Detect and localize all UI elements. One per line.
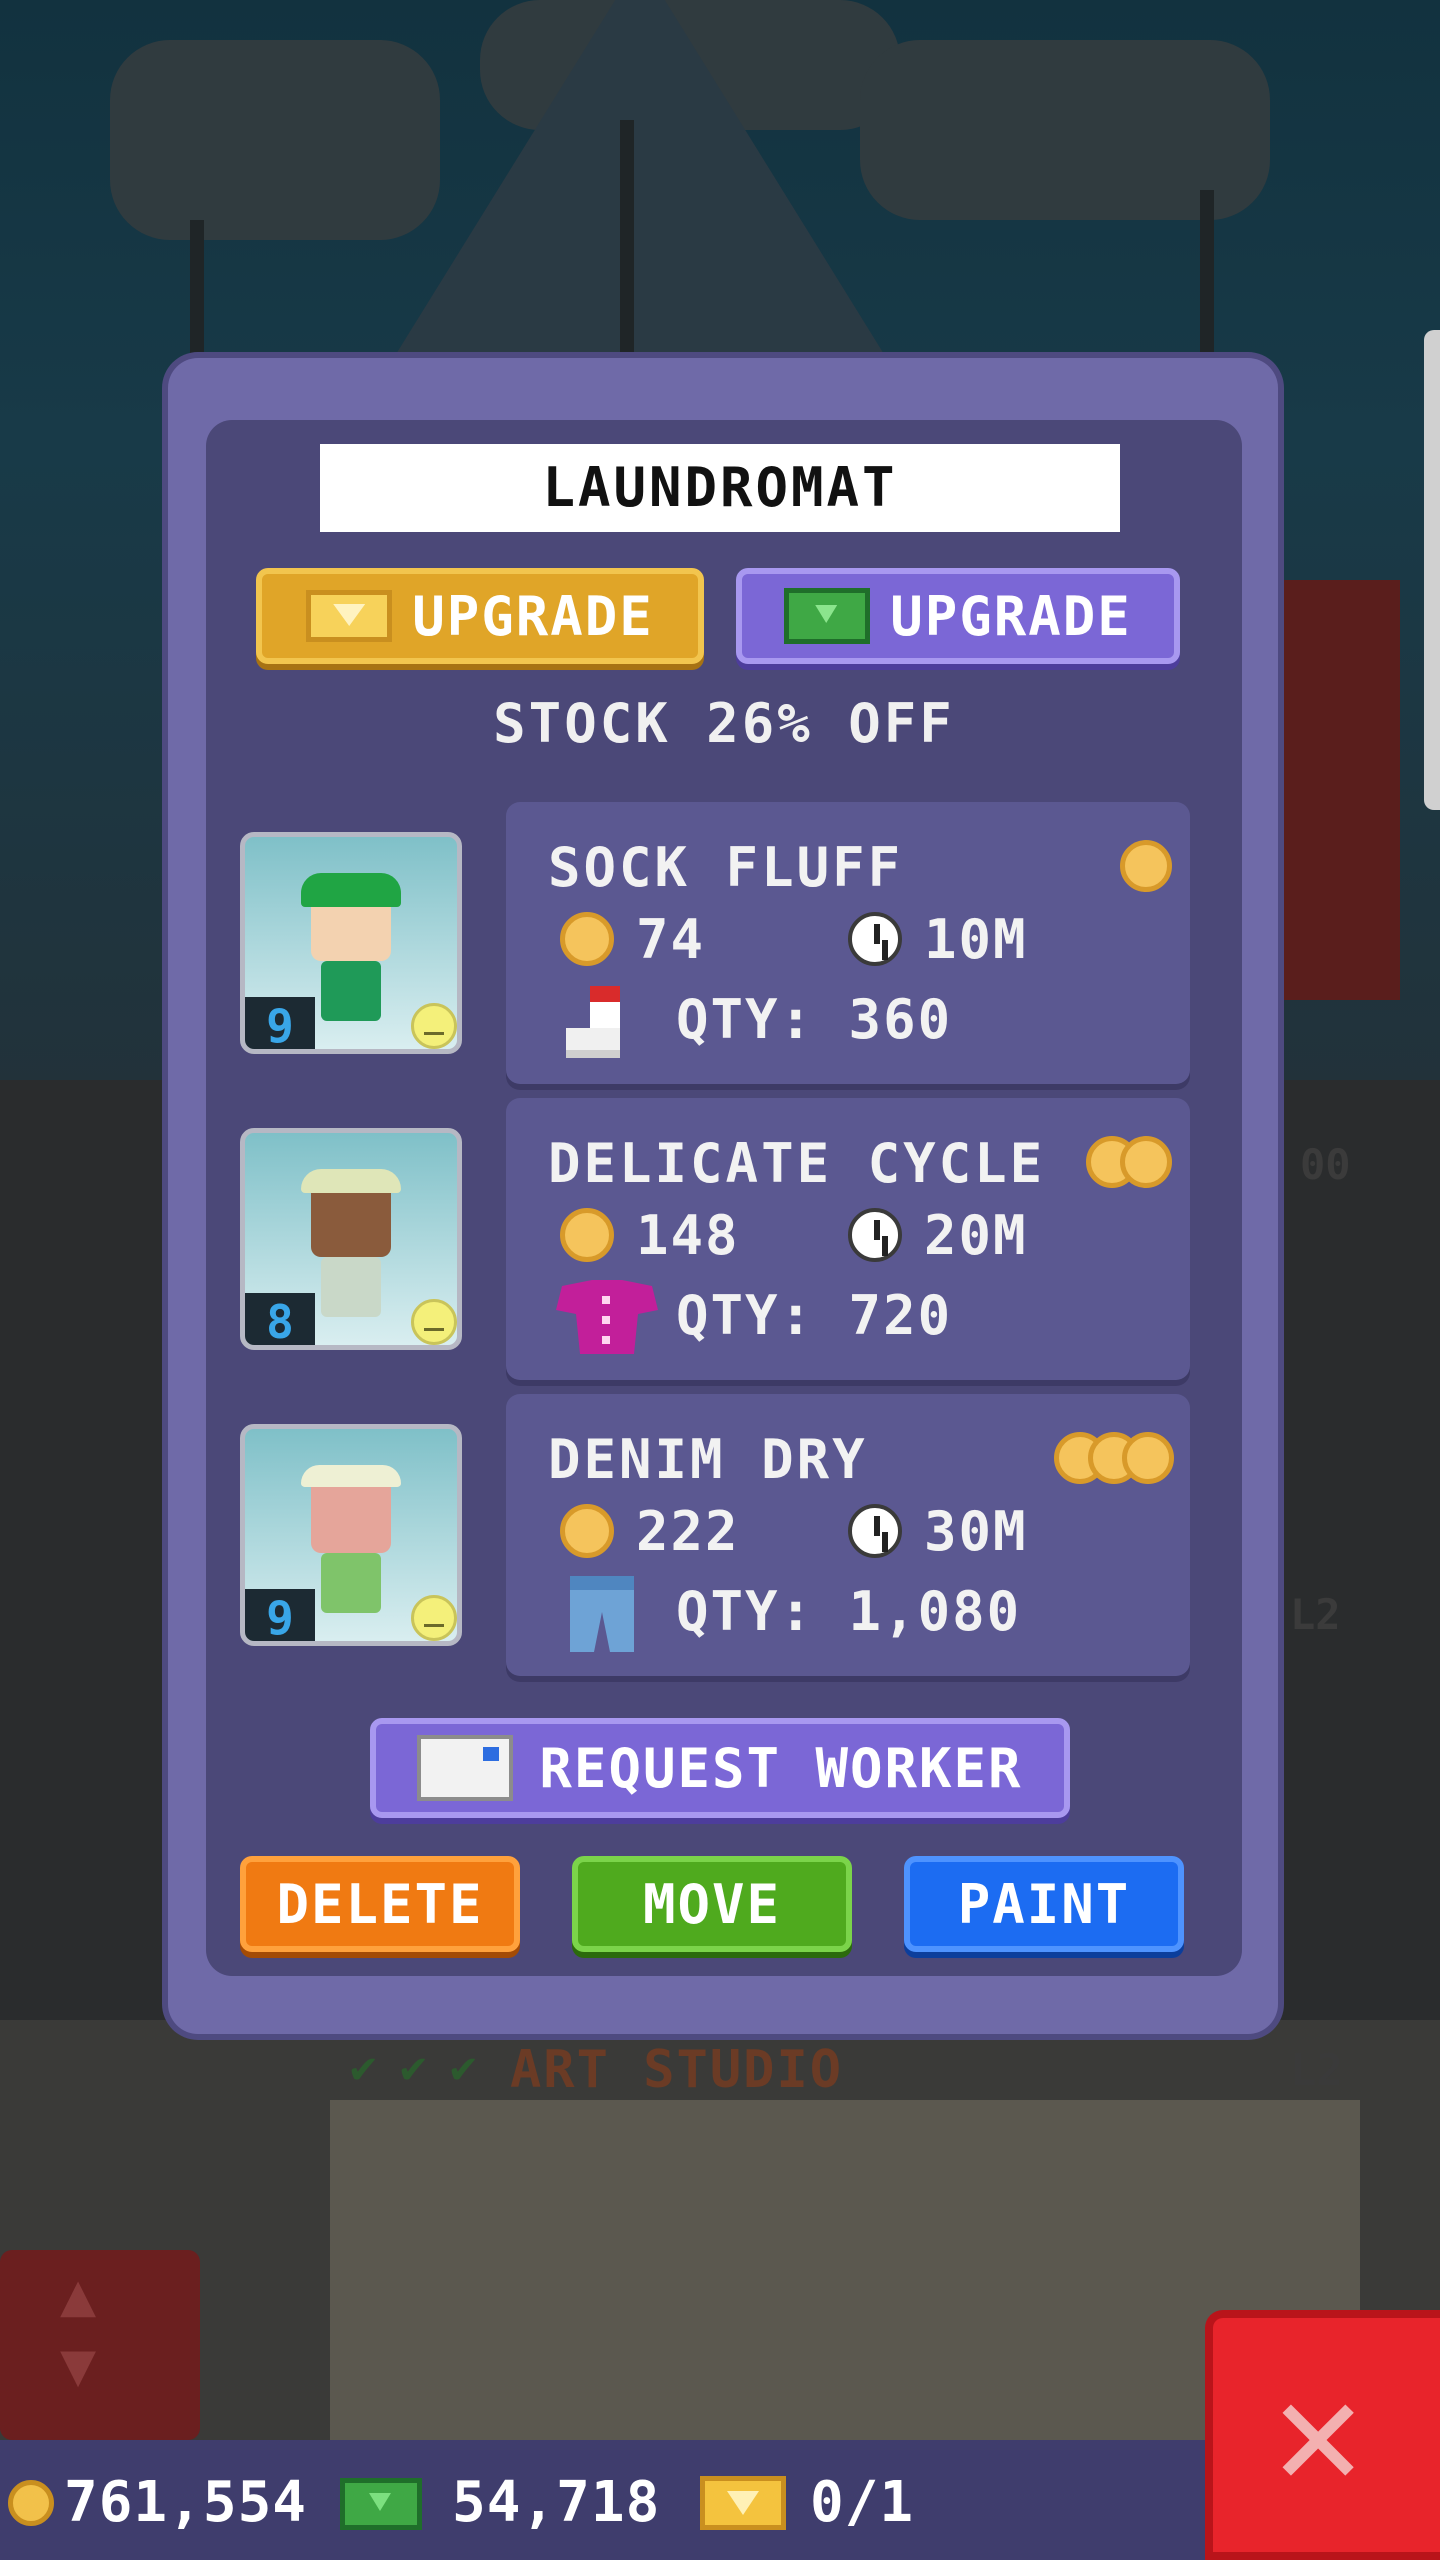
coin-tier-icon: [1122, 1432, 1174, 1484]
floor-name-label: ART STUDIO: [510, 2040, 844, 2100]
ticket-count: 0/1: [810, 2470, 915, 2535]
worker-card[interactable]: 9: [240, 832, 462, 1054]
clock-icon: [848, 912, 902, 966]
hair-icon: [301, 1465, 401, 1487]
hair-icon: [301, 1169, 401, 1193]
smiley-icon: [411, 1003, 457, 1049]
worker-level-badge: 8: [245, 1293, 315, 1345]
close-icon: ✕: [1273, 2346, 1364, 2520]
building-left: [0, 1080, 180, 2080]
item-cost: 222: [636, 1500, 740, 1563]
coin-count: 761,554: [64, 2470, 308, 2535]
arrow-up-icon: ▲: [60, 2260, 97, 2330]
bux-count: 54,718: [452, 2470, 661, 2535]
side-drawer-handle[interactable]: [1424, 330, 1440, 810]
item-name: DENIM DRY: [548, 1428, 868, 1491]
floor-level-label: L2: [1290, 2045, 1343, 2096]
item-cost: 74: [636, 908, 706, 971]
item-cost: 148: [636, 1204, 740, 1267]
worker-card[interactable]: 8: [240, 1128, 462, 1350]
item-quantity: QTY: 720: [676, 1284, 953, 1347]
item-name: DELICATE CYCLE: [548, 1132, 1046, 1195]
worker-card[interactable]: 9: [240, 1424, 462, 1646]
elevator-button[interactable]: ▲ ▼: [0, 2250, 200, 2440]
upgrade-bux-button[interactable]: UPGRADE: [736, 568, 1180, 664]
cap-icon: [301, 873, 401, 907]
upgrade-ticket-button[interactable]: UPGRADE: [256, 568, 704, 664]
arrow-down-icon: ▼: [60, 2330, 97, 2400]
golden-ticket-icon: [700, 2476, 786, 2530]
item-time: 20M: [924, 1204, 1028, 1267]
clock-icon: [848, 1504, 902, 1558]
move-button[interactable]: MOVE: [572, 1856, 852, 1952]
worker-level-badge: 9: [245, 1589, 315, 1641]
stock-discount-text: STOCK 26% OFF: [493, 692, 955, 755]
worker-body: [321, 961, 381, 1021]
golden-ticket-icon: [306, 590, 393, 642]
side-level-label: 00: [1300, 1140, 1351, 1189]
tower-bux-icon: [784, 588, 871, 644]
smiley-icon: [411, 1299, 457, 1345]
shirt-icon: [552, 1276, 658, 1360]
pole: [190, 220, 204, 370]
sock-icon: [560, 980, 644, 1064]
pole: [620, 120, 634, 370]
item-time: 30M: [924, 1500, 1028, 1563]
mountain: [380, 0, 900, 380]
coin-icon: [560, 1208, 614, 1262]
jeans-icon: [562, 1572, 646, 1656]
smiley-icon: [411, 1595, 457, 1641]
coin-tier-icon: [1120, 840, 1172, 892]
clock-icon: [848, 1208, 902, 1262]
coin-icon: [560, 1504, 614, 1558]
item-quantity: QTY: 1,080: [676, 1580, 1022, 1643]
upgrade-label: UPGRADE: [412, 584, 654, 648]
coin-icon: [560, 912, 614, 966]
upgrade-label: UPGRADE: [890, 584, 1132, 648]
mail-icon: [417, 1735, 514, 1801]
request-worker-label: REQUEST WORKER: [539, 1736, 1023, 1800]
check-icon: ✔: [400, 2042, 427, 2093]
check-icon: ✔: [350, 2042, 377, 2093]
request-worker-button[interactable]: REQUEST WORKER: [370, 1718, 1070, 1818]
worker-body: [321, 1553, 381, 1613]
check-icon: ✔: [450, 2042, 477, 2093]
paint-button[interactable]: PAINT: [904, 1856, 1184, 1952]
delete-button[interactable]: DELETE: [240, 1856, 520, 1952]
worker-body: [321, 1257, 381, 1317]
item-quantity: QTY: 360: [676, 988, 953, 1051]
item-name: SOCK FLUFF: [548, 836, 904, 899]
side-level-label: L2: [1290, 1590, 1341, 1639]
worker-level-badge: 9: [245, 997, 315, 1049]
barn-right: [1270, 580, 1400, 1000]
item-time: 10M: [924, 908, 1028, 971]
floor-title[interactable]: LAUNDROMAT: [320, 444, 1120, 532]
close-button[interactable]: ✕: [1205, 2310, 1440, 2560]
building-right: [1270, 1080, 1440, 2080]
coin-tier-icon: [1120, 1136, 1172, 1188]
tower-bux-icon: [340, 2478, 422, 2530]
pole: [1200, 190, 1214, 370]
coin-icon: [8, 2480, 54, 2526]
